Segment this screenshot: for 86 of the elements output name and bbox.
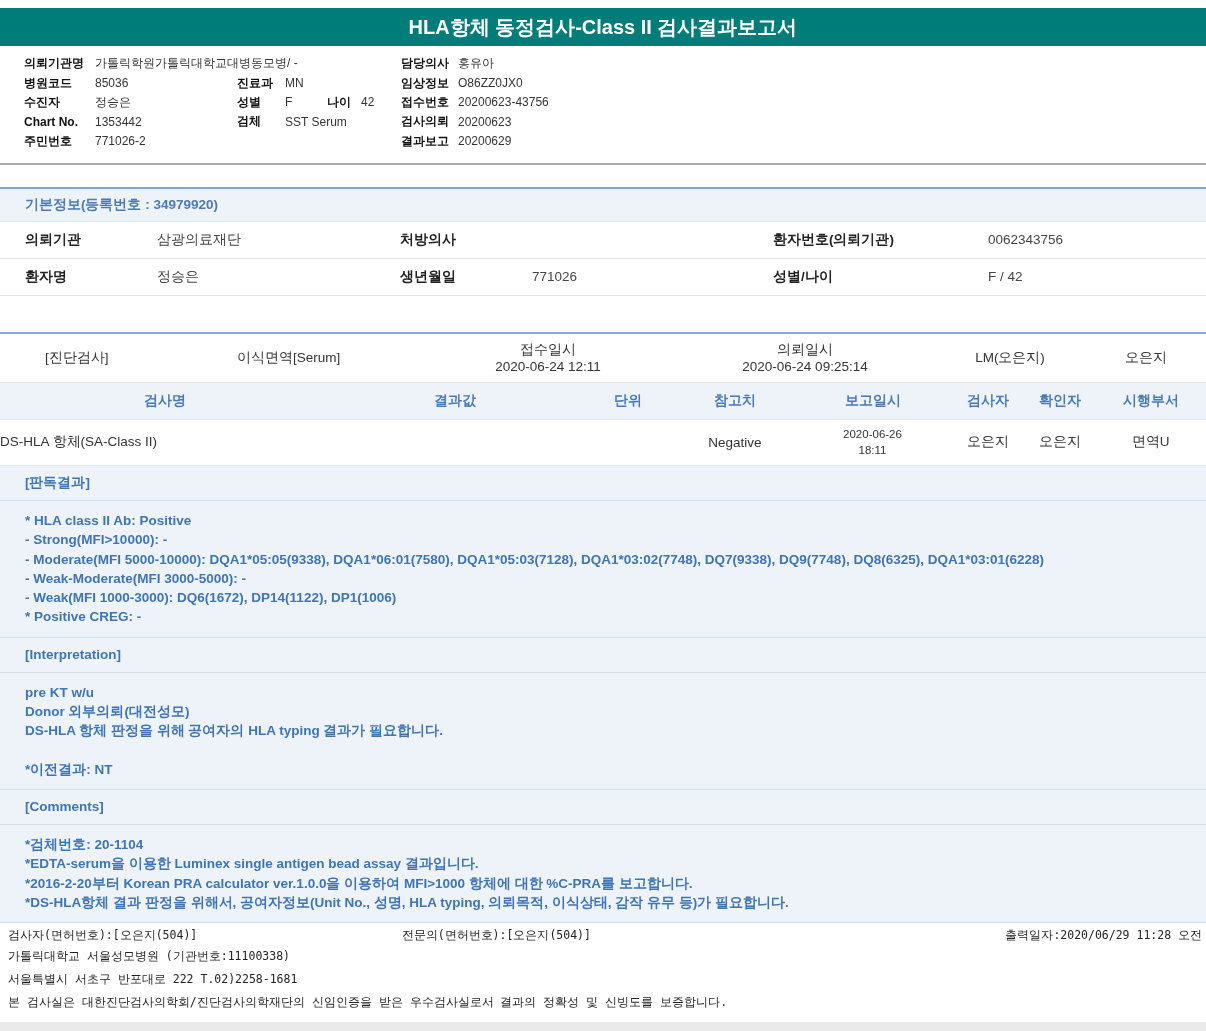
table-cell: Negative	[708, 434, 762, 450]
column-header: 단위	[612, 391, 643, 410]
table-cell: 면역U	[1131, 433, 1170, 452]
footer-text: 본 검사실은 대한진단검사의학회/진단검사의학재단의 신임인증을 받은 우수검사실로서 결과의 정확성 및 신빙도를 보증합니다.	[8, 994, 729, 1012]
report-title: HLA항체 동정검사-Class II 검사결과보고서	[0, 8, 1206, 46]
table-cell-text: 2020-06-26 18:11	[843, 427, 902, 459]
field-label: 결과보고	[401, 132, 450, 150]
field-label: 의뢰기관명	[24, 55, 85, 73]
field-value: 0062343756	[988, 232, 1065, 248]
field-label: 환자명	[25, 267, 68, 286]
field-value: 가톨릭학원가톨릭대학교대병동모병/ -	[95, 55, 298, 73]
result-text: * Positive CREG: -	[25, 608, 143, 627]
column-header: 시행부서	[1121, 391, 1180, 410]
result-text: *EDTA-serum을 이용한 Luminex single antigen bead assay 결과입니다.	[25, 855, 480, 874]
field-label: 병원코드	[24, 74, 73, 92]
result-text: pre KT w/u	[25, 683, 95, 702]
field-label: 담당의사	[401, 55, 450, 73]
field-value: 771026	[532, 269, 579, 285]
footer-text: 서울특별시 서초구 반포대로 222 T.02)2258-1681	[8, 971, 299, 989]
signature-text: 출력일자:2020/06/29 11:28 오전	[1005, 927, 1202, 943]
order-value: 2020-06-24 12:11	[495, 357, 601, 375]
field-label: 의뢰기관	[25, 230, 82, 249]
column-header: 결과값	[433, 391, 477, 410]
result-text: - Weak(MFI 1000-3000): DQ6(1672), DP14(1122), DP1(1006)	[25, 589, 398, 608]
section-heading: [Interpretation]	[0, 637, 1206, 673]
field-value: 삼광의료재단	[157, 230, 242, 249]
field-label: 생년월일	[400, 267, 457, 286]
result-text: * HLA class II Ab: Positive	[25, 511, 193, 530]
section-heading: 기본정보(등록번호 : 34979920)	[0, 188, 1206, 222]
field-value: O86ZZ0JX0	[458, 76, 523, 91]
order-value: 이식면역[Serum]	[237, 348, 341, 367]
field-label: 검체	[237, 113, 262, 131]
field-value: 42	[361, 95, 375, 110]
result-text: *2016-2-20부터 Korean PRA calculator ver.1.0.0을 이용하여 MFI>1000 항체에 대한 %C-PRA를 보고합니다.	[25, 874, 694, 893]
field-label: 성별/나이	[773, 267, 834, 286]
order-label: 접수일시	[520, 340, 576, 358]
field-value: 정승은	[157, 267, 200, 286]
signature-text: 전문의(면허번호):[오은지(504)]	[401, 927, 591, 943]
field-value: 20200623-43756	[458, 95, 549, 110]
order-value: LM(오은지)	[975, 348, 1045, 367]
field-label: 나이	[327, 93, 352, 111]
column-header: 확인자	[1038, 391, 1082, 410]
field-value: 771026-2	[95, 134, 146, 149]
field-value: 85036	[95, 76, 129, 91]
column-header: 참고치	[713, 391, 757, 410]
column-header: 검사명	[143, 391, 187, 410]
signature-text: 검사자(면허번호):[오은지(504)]	[8, 927, 198, 943]
field-value: MN	[285, 76, 305, 91]
field-value: F / 42	[988, 269, 1024, 285]
result-text: *DS-HLA항체 결과 판정을 위해서, 공여자정보(Unit No., 성명, HLA typing, 의뢰목적, 이식상태, 감작 유무 등)가 필요합니다.	[25, 893, 790, 912]
field-label: 성별	[237, 93, 262, 111]
field-value: 정승은	[95, 93, 131, 111]
order-label: 의뢰일시	[777, 340, 833, 358]
field-label: 환자번호(의뢰기관)	[773, 230, 895, 249]
table-cell: 오은지	[966, 433, 1009, 452]
table-cell: DS-HLA 항체(SA-Class II)	[0, 433, 158, 452]
field-label: 검사의뢰	[401, 113, 450, 131]
result-text: DS-HLA 항체 판정을 위해 공여자의 HLA typing 결과가 필요합니다.	[25, 722, 444, 741]
result-text: - Strong(MFI>10000): -	[25, 531, 169, 550]
field-label: Chart No.	[24, 114, 79, 129]
section-heading: [Comments]	[0, 789, 1206, 825]
field-label: 임상정보	[401, 74, 450, 92]
section-heading: [판독결과]	[0, 465, 1206, 501]
field-label: 접수번호	[401, 93, 450, 111]
field-value: 20200629	[458, 134, 512, 149]
field-label: 진료과	[237, 74, 274, 92]
field-label: 수진자	[24, 93, 61, 111]
column-header: 검사자	[965, 391, 1010, 410]
field-value: 1353442	[95, 114, 142, 129]
order-value: [진단검사]	[45, 348, 109, 367]
field-value: F	[285, 95, 294, 110]
column-header: 보고일시	[843, 391, 902, 410]
result-text: Donor 외부의뢰(대전성모)	[25, 703, 191, 722]
result-text: *이전결과: NT	[25, 760, 114, 779]
table-cell: 오은지	[1039, 433, 1081, 452]
field-label: 처방의사	[400, 230, 457, 249]
order-value: 2020-06-24 09:25:14	[742, 357, 868, 375]
field-label: 주민번호	[24, 132, 73, 150]
order-value: 오은지	[1125, 348, 1167, 367]
field-value: SST Serum	[285, 114, 347, 129]
field-value: 홍유아	[458, 55, 494, 73]
field-value: 20200623	[458, 114, 512, 129]
footer-text: 가톨릭대학교 서울성모병원 (기관번호:11100338)	[8, 948, 291, 966]
result-text: *검체번호: 20-1104	[25, 835, 145, 854]
result-text: - Weak-Moderate(MFI 3000-5000): -	[25, 569, 248, 588]
result-text: - Moderate(MFI 5000-10000): DQA1*05:05(9338), DQA1*06:01(7580), DQA1*05:03(7128), DQA1*03:02(7748), DQ7(9338), DQ9(7748), DQ8(6325), DQA1*03:01(6228)	[25, 550, 1045, 569]
